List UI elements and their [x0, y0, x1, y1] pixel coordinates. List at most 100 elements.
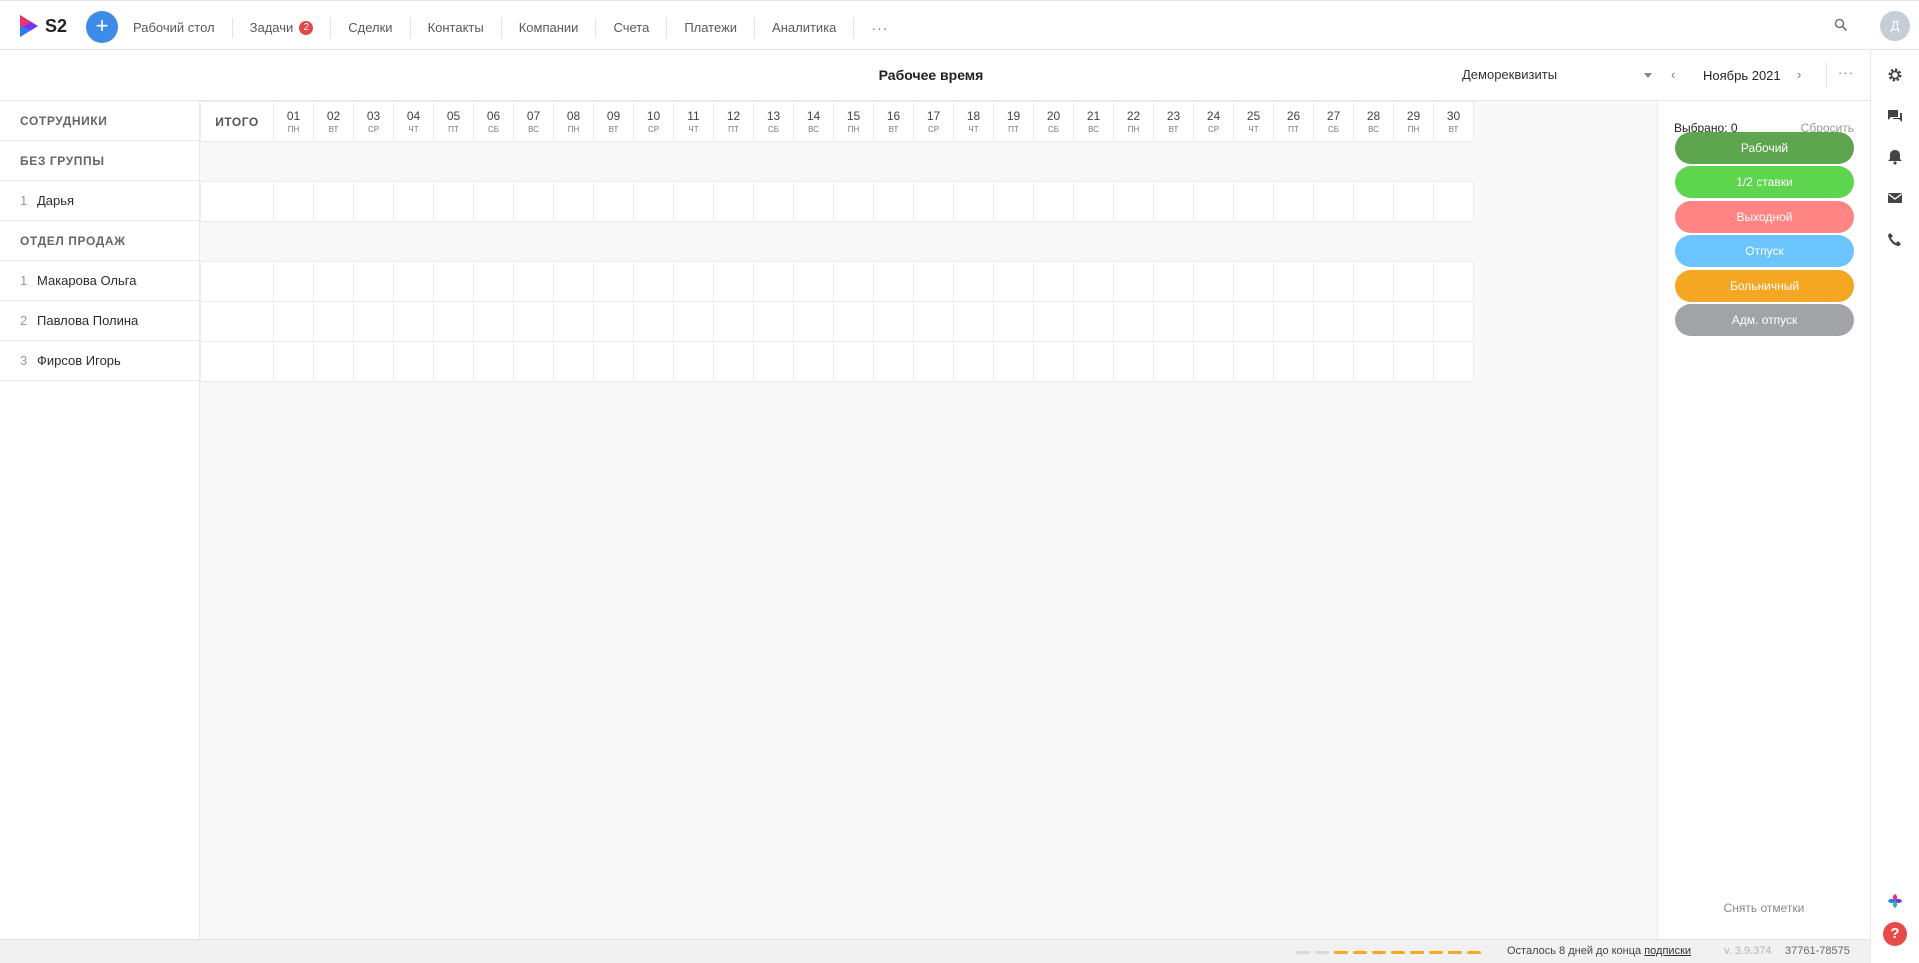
day-cell[interactable]	[833, 301, 874, 342]
status-button[interactable]: Выходной	[1675, 200, 1854, 233]
day-cell[interactable]	[1073, 261, 1114, 302]
day-cell[interactable]	[1113, 261, 1154, 302]
day-cell[interactable]	[313, 341, 354, 382]
day-cell[interactable]	[673, 181, 714, 222]
day-cell[interactable]	[553, 261, 594, 302]
status-button[interactable]: Рабочий	[1675, 132, 1854, 164]
status-button[interactable]: Адм. отпуск	[1675, 304, 1854, 336]
day-cell[interactable]	[1193, 341, 1234, 382]
day-cell[interactable]	[1273, 341, 1314, 382]
employee-row[interactable]: 1 Макарова Ольга	[0, 261, 199, 301]
day-cell[interactable]	[473, 301, 514, 342]
day-cell[interactable]	[993, 181, 1034, 222]
day-cell[interactable]	[873, 261, 914, 302]
day-cell[interactable]	[393, 181, 434, 222]
day-cell[interactable]	[553, 341, 594, 382]
day-cell[interactable]	[1073, 301, 1114, 342]
day-cell[interactable]	[273, 301, 314, 342]
day-cell[interactable]	[1073, 181, 1114, 222]
more-options-button[interactable]: ···	[1838, 65, 1854, 80]
day-cell[interactable]	[713, 181, 754, 222]
day-cell[interactable]	[1153, 341, 1194, 382]
day-cell[interactable]	[353, 261, 394, 302]
day-cell[interactable]	[1313, 301, 1354, 342]
day-cell[interactable]	[1193, 181, 1234, 222]
day-cell[interactable]	[1233, 261, 1274, 302]
day-cell[interactable]	[993, 261, 1034, 302]
day-cell[interactable]	[1193, 301, 1234, 342]
day-cell[interactable]	[1233, 301, 1274, 342]
day-cell[interactable]	[1393, 341, 1434, 382]
day-cell[interactable]	[1153, 261, 1194, 302]
employee-row[interactable]: 2 Павлова Полина	[0, 301, 199, 341]
day-cell[interactable]	[353, 301, 394, 342]
app-logo[interactable]: S2	[19, 15, 67, 37]
day-cell[interactable]	[673, 261, 714, 302]
nav-item[interactable]: Платежи	[667, 18, 756, 38]
status-button[interactable]: Отпуск	[1675, 235, 1854, 268]
day-cell[interactable]	[273, 261, 314, 302]
day-cell[interactable]	[393, 301, 434, 342]
day-cell[interactable]	[1313, 261, 1354, 302]
day-cell[interactable]	[993, 301, 1034, 342]
day-cell[interactable]	[553, 301, 594, 342]
day-cell[interactable]	[1353, 261, 1394, 302]
nav-item[interactable]: Сделки	[331, 18, 411, 38]
day-cell[interactable]	[953, 301, 994, 342]
day-cell[interactable]	[513, 341, 554, 382]
day-cell[interactable]	[913, 181, 954, 222]
day-cell[interactable]	[953, 181, 994, 222]
day-cell[interactable]	[833, 341, 874, 382]
day-cell[interactable]	[873, 341, 914, 382]
day-cell[interactable]	[433, 181, 474, 222]
day-cell[interactable]	[673, 301, 714, 342]
employee-row[interactable]: 1 Дарья	[0, 181, 199, 221]
day-cell[interactable]	[433, 301, 474, 342]
nav-item[interactable]: Контакты	[411, 18, 502, 38]
status-button[interactable]: Больничный	[1675, 269, 1854, 302]
nav-item[interactable]: Рабочий стол	[116, 18, 233, 38]
day-cell[interactable]	[593, 301, 634, 342]
day-cell[interactable]	[273, 181, 314, 222]
next-month-button[interactable]: ›	[1797, 67, 1801, 82]
day-cell[interactable]	[433, 341, 474, 382]
day-cell[interactable]	[1353, 341, 1394, 382]
day-cell[interactable]	[473, 181, 514, 222]
day-cell[interactable]	[353, 341, 394, 382]
day-cell[interactable]	[393, 341, 434, 382]
day-cell[interactable]	[1153, 301, 1194, 342]
day-cell[interactable]	[1433, 341, 1474, 382]
day-cell[interactable]	[833, 261, 874, 302]
day-cell[interactable]	[513, 181, 554, 222]
day-cell[interactable]	[953, 341, 994, 382]
day-cell[interactable]	[1433, 181, 1474, 222]
day-cell[interactable]	[593, 261, 634, 302]
day-cell[interactable]	[713, 261, 754, 302]
day-cell[interactable]	[1273, 261, 1314, 302]
day-cell[interactable]	[913, 261, 954, 302]
day-cell[interactable]	[593, 341, 634, 382]
clear-marks-button[interactable]: Снять отметки	[1658, 901, 1870, 915]
day-cell[interactable]	[313, 181, 354, 222]
search-icon[interactable]	[1834, 18, 1848, 32]
day-cell[interactable]	[473, 261, 514, 302]
prev-month-button[interactable]: ‹	[1671, 67, 1675, 82]
day-cell[interactable]	[513, 301, 554, 342]
day-cell[interactable]	[1153, 181, 1194, 222]
day-cell[interactable]	[1273, 181, 1314, 222]
day-cell[interactable]	[273, 341, 314, 382]
day-cell[interactable]	[433, 261, 474, 302]
day-cell[interactable]	[1033, 261, 1074, 302]
day-cell[interactable]	[1393, 301, 1434, 342]
day-cell[interactable]	[353, 181, 394, 222]
day-cell[interactable]	[633, 341, 674, 382]
day-cell[interactable]	[1113, 181, 1154, 222]
day-cell[interactable]	[913, 301, 954, 342]
day-cell[interactable]	[593, 181, 634, 222]
day-cell[interactable]	[993, 341, 1034, 382]
day-cell[interactable]	[713, 301, 754, 342]
day-cell[interactable]	[753, 261, 794, 302]
day-cell[interactable]	[1033, 341, 1074, 382]
day-cell[interactable]	[1313, 341, 1354, 382]
status-button[interactable]: 1/2 ставки	[1675, 166, 1854, 199]
